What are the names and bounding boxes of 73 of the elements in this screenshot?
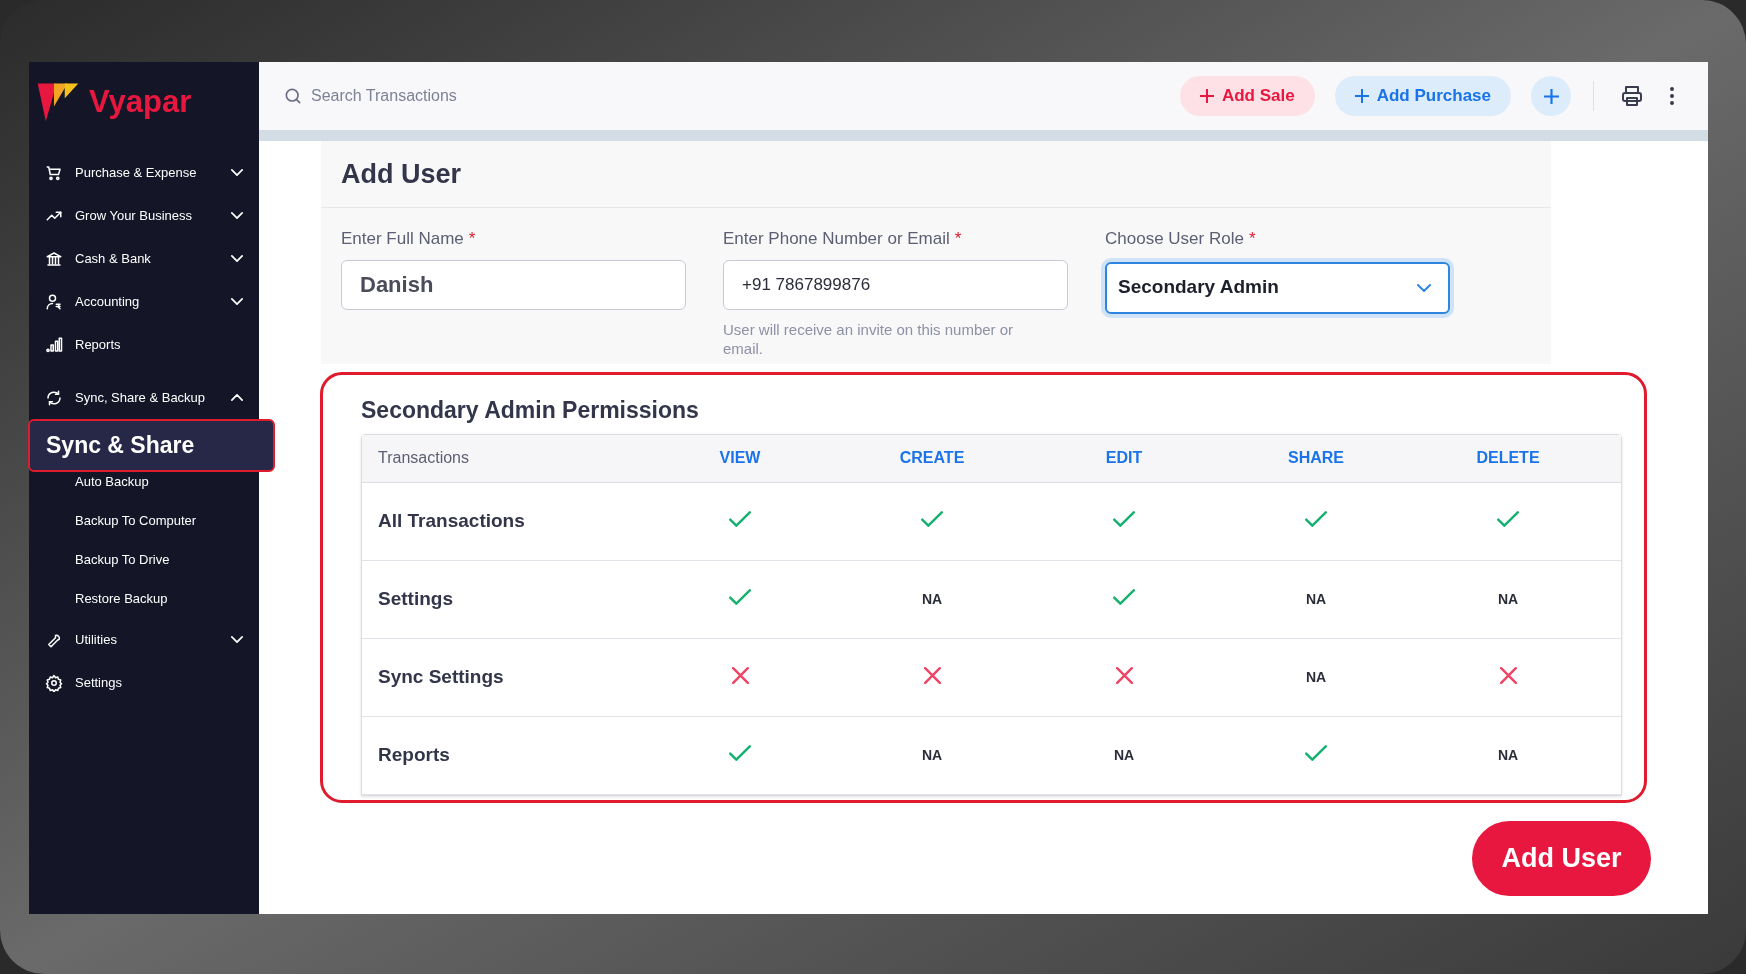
nav-subitem[interactable]: Sync & Share — [28, 419, 275, 472]
nav-subitem[interactable]: Backup To Computer — [75, 513, 197, 528]
brand-name: Vyapar — [89, 85, 192, 117]
nav-item[interactable]: Grow Your Business — [29, 194, 259, 237]
column-header: EDIT — [1105, 448, 1143, 468]
field-label: Enter Phone Number or Email — [723, 229, 950, 248]
settings-icon — [45, 673, 63, 692]
printer-icon — [1622, 86, 1642, 106]
search-icon — [283, 86, 303, 106]
add-user-button[interactable]: Add User — [1472, 820, 1651, 896]
search-field[interactable]: Search Transactions — [311, 84, 611, 108]
table-cell-text: NA — [921, 745, 943, 765]
nav-item[interactable]: Settings — [29, 661, 259, 704]
table-cell-text: NA — [1305, 667, 1327, 687]
add-button[interactable] — [1531, 76, 1571, 116]
column-header: VIEW — [719, 448, 761, 468]
input-field[interactable]: Danish — [341, 259, 686, 310]
row-label: Sync Settings — [378, 665, 504, 687]
table-cell-text: NA — [1305, 589, 1327, 609]
nav-item[interactable]: Accounting — [29, 280, 259, 323]
cross-icon — [1115, 666, 1133, 684]
nav-item[interactable]: Utilities — [29, 618, 259, 661]
plus-icon — [1199, 89, 1214, 103]
row-label: Settings — [378, 587, 453, 609]
table-cell-text: NA — [1497, 745, 1519, 765]
field-hint: User will receive an invite on this number or email. — [723, 319, 1015, 358]
column-header: CREATE — [899, 448, 965, 468]
nav-item[interactable]: Purchase & Expense — [29, 151, 259, 194]
column-header: Transactions — [378, 449, 469, 466]
row-label: Reports — [378, 743, 450, 765]
page-title: Add User — [341, 157, 462, 191]
check-icon — [1497, 511, 1519, 527]
bank-icon — [45, 249, 63, 268]
table-cell-text: NA — [1497, 589, 1519, 609]
cross-icon — [1499, 666, 1517, 684]
column-header: DELETE — [1476, 448, 1540, 468]
nav-subitem[interactable]: Restore Backup — [75, 591, 168, 606]
cross-icon — [923, 666, 941, 684]
nav-item[interactable]: Cash & Bank — [29, 237, 259, 280]
check-icon — [1305, 511, 1327, 527]
required-marker: * — [468, 229, 476, 248]
more-icon — [1670, 87, 1674, 105]
check-icon — [1113, 511, 1135, 527]
chevron-down-icon — [1417, 283, 1431, 292]
row-label: All Transactions — [378, 509, 525, 531]
check-icon — [729, 511, 751, 527]
nav-item[interactable]: Reports — [29, 323, 259, 366]
plus-icon — [1543, 88, 1559, 104]
check-icon — [1113, 589, 1135, 605]
field-label: Enter Full Name — [341, 229, 464, 248]
add-purchase-button[interactable]: Add Purchase — [1334, 76, 1511, 116]
cart-icon — [45, 163, 63, 182]
nav-subitem[interactable]: Auto Backup — [75, 474, 149, 489]
check-icon — [729, 589, 751, 605]
nav-subitem[interactable]: Backup To Drive — [75, 552, 170, 567]
table-cell-text: NA — [921, 589, 943, 609]
section-title: Secondary Admin Permissions — [361, 395, 700, 425]
required-marker: * — [1248, 229, 1256, 248]
table-cell-text: NA — [1113, 745, 1135, 765]
column-header: SHARE — [1288, 448, 1344, 468]
input-field[interactable]: +91 7867899876 — [723, 259, 1068, 310]
cross-icon — [731, 666, 749, 684]
required-marker: * — [954, 229, 962, 248]
sync-icon — [45, 388, 63, 407]
check-icon — [729, 745, 751, 761]
plus-icon — [1354, 89, 1369, 103]
check-icon — [921, 511, 943, 527]
user-icon — [45, 292, 63, 311]
add-sale-button[interactable]: Add Sale — [1179, 76, 1315, 116]
check-icon — [1305, 745, 1327, 761]
field-label: Choose User Role — [1105, 229, 1244, 248]
nav-item[interactable]: Sync, Share & Backup — [29, 376, 259, 419]
chart-icon — [45, 335, 63, 354]
